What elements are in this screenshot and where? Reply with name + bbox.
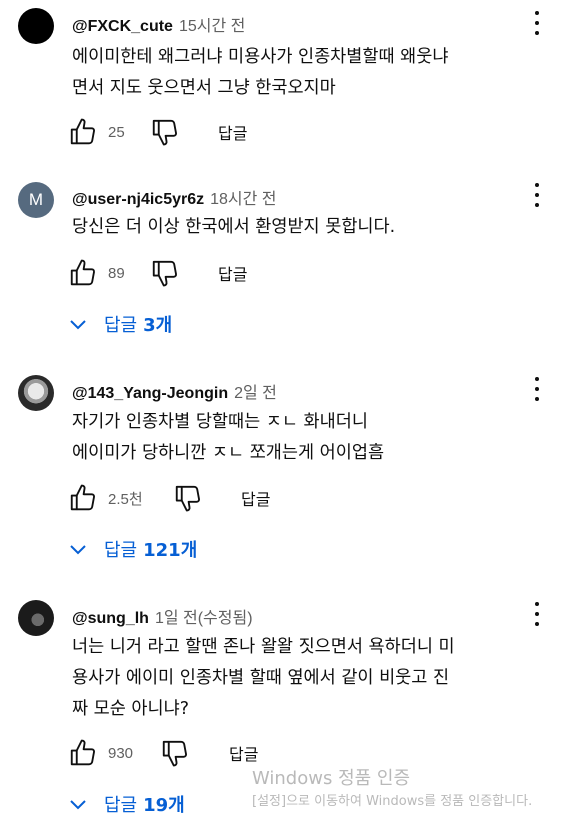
comment-text: 자기가 인종차별 당할때는 ㅈㄴ 화내더니 에이미가 당하니깐 ㅈㄴ 쪼개는게 …	[72, 412, 385, 463]
thumbs-up-icon	[70, 259, 95, 286]
chevron-down-icon	[70, 320, 86, 330]
like-count: 89	[108, 264, 125, 282]
replies-count: 19개	[143, 795, 185, 816]
comment-author[interactable]: @sung_lh	[72, 610, 149, 627]
more-options-icon[interactable]	[527, 376, 547, 402]
avatar[interactable]: M	[18, 182, 54, 218]
like-button[interactable]	[68, 257, 98, 289]
comment-timestamp[interactable]: 18시간 전	[210, 191, 276, 208]
more-options-icon[interactable]	[527, 10, 547, 36]
replies-count: 3개	[143, 315, 173, 336]
thumbs-down-icon	[175, 485, 200, 512]
like-count: 930	[108, 744, 134, 762]
view-replies-button[interactable]: 답글 3개	[66, 309, 172, 339]
comment-timestamp[interactable]: 1일 전(수정됨)	[155, 610, 253, 627]
replies-count: 121개	[143, 540, 198, 561]
reply-button[interactable]: 답글	[229, 741, 258, 765]
comment-timestamp[interactable]: 15시간 전	[179, 18, 245, 35]
like-button[interactable]	[68, 116, 98, 148]
chevron-down-icon	[70, 545, 86, 555]
dislike-button[interactable]	[150, 116, 180, 148]
view-replies-button[interactable]: 답글 19개	[66, 789, 185, 819]
comment-header: @user-nj4ic5yr6z 18시간 전	[72, 185, 277, 209]
dislike-button[interactable]	[160, 737, 190, 769]
thumbs-down-icon	[152, 260, 177, 287]
comment-header: @FXCK_cute 15시간 전	[72, 12, 245, 36]
more-options-icon[interactable]	[527, 182, 547, 208]
reply-button[interactable]: 답글	[218, 120, 247, 144]
comment-author[interactable]: @user-nj4ic5yr6z	[72, 191, 204, 208]
comment-header: @143_Yang-Jeongin 2일 전	[72, 379, 277, 403]
more-options-icon[interactable]	[527, 601, 547, 627]
avatar[interactable]	[18, 8, 54, 44]
replies-label: 답글	[104, 795, 138, 816]
reply-button[interactable]: 답글	[218, 261, 247, 285]
dislike-button[interactable]	[173, 482, 203, 514]
replies-label: 답글	[104, 540, 138, 561]
thumbs-down-icon	[152, 119, 177, 146]
comment-actions: 89 답글	[68, 257, 368, 289]
reply-button[interactable]: 답글	[241, 486, 270, 510]
activation-watermark-title: Windows 정품 인증	[252, 768, 411, 789]
comment-header: @sung_lh 1일 전(수정됨)	[72, 604, 253, 628]
comment-actions: 2.5천 답글	[68, 482, 388, 514]
like-button[interactable]	[68, 737, 98, 769]
comment-text: 에이미한테 왜그러냐 미용사가 인종차별할때 왜웃냐 면서 지도 웃으면서 그냥…	[72, 47, 449, 98]
like-count: 2.5천	[108, 490, 143, 508]
comment-actions: 25 답글	[68, 116, 368, 148]
thumbs-up-icon	[70, 739, 95, 766]
comment-author[interactable]: @FXCK_cute	[72, 18, 173, 35]
thumbs-down-icon	[162, 740, 187, 767]
thumbs-up-icon	[70, 484, 95, 511]
comment-timestamp[interactable]: 2일 전	[234, 385, 277, 402]
comment-author[interactable]: @143_Yang-Jeongin	[72, 385, 228, 402]
avatar-letter: M	[28, 190, 44, 209]
view-replies-button[interactable]: 답글 121개	[66, 534, 197, 564]
like-button[interactable]	[68, 482, 98, 514]
thumbs-up-icon	[70, 118, 95, 145]
chevron-down-icon	[70, 800, 86, 810]
activation-watermark-subtitle: [설정]으로 이동하여 Windows를 정품 인증합니다.	[252, 794, 533, 809]
comment-text: 너는 니거 라고 할땐 존나 왈왈 짓으면서 욕하더니 미 용사가 에이미 인종…	[72, 637, 455, 719]
avatar[interactable]	[18, 600, 54, 636]
replies-label: 답글	[104, 315, 138, 336]
like-count: 25	[108, 123, 125, 141]
comment-text: 당신은 더 이상 한국에서 환영받지 못합니다.	[72, 217, 396, 237]
avatar[interactable]	[18, 375, 54, 411]
dislike-button[interactable]	[150, 257, 180, 289]
